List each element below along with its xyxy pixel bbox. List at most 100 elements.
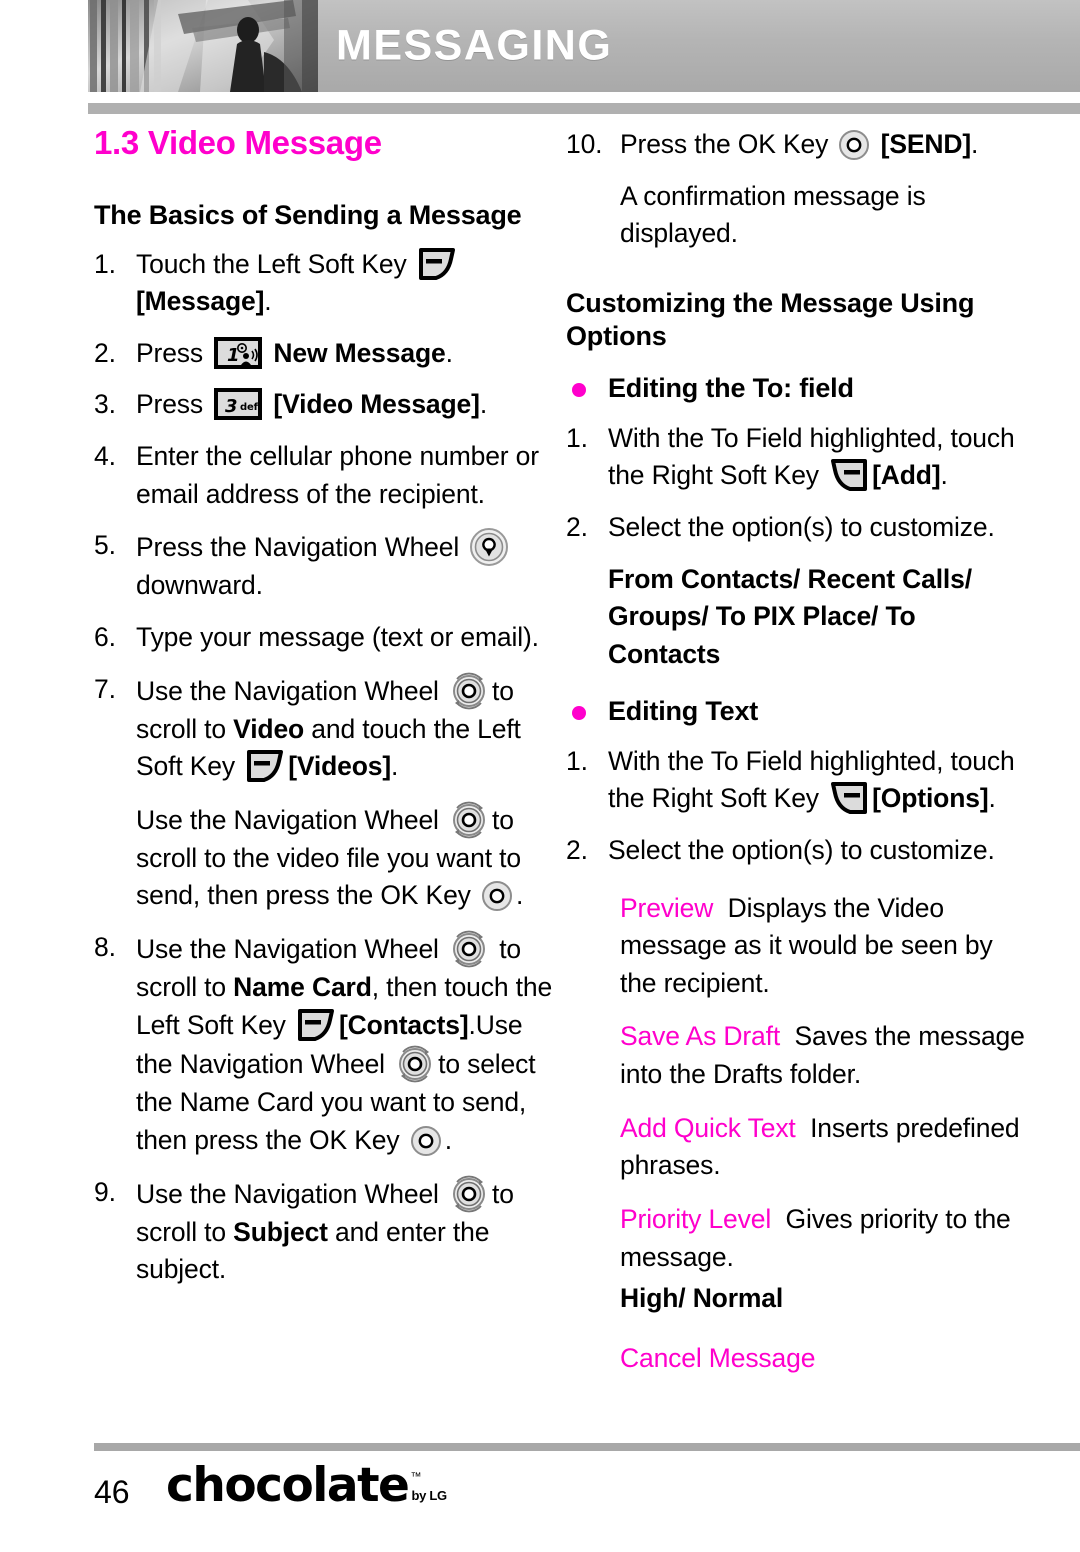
step-body: Press 3 def [Video Message]. [136, 386, 556, 424]
right-column: 10. Press the OK Key [SEND]. A confirmat… [566, 126, 1028, 1393]
list-item: 1. With the To Field highlighted, touch … [566, 420, 1028, 495]
list-item: 7. Use the Navigation Wheel to scroll to… [94, 671, 556, 786]
step9-bold: Subject [233, 1216, 328, 1247]
option-values: High/ Normal [620, 1283, 784, 1314]
option-entry: Preview Displays the Video message as it… [620, 890, 1028, 1003]
manual-page: MESSAGING 1.3 Video Message The Basics o… [0, 0, 1080, 1552]
subsection-heading: The Basics of Sending a Message [94, 199, 522, 230]
keypad-1-icon: 1 [214, 336, 263, 369]
ok-key-icon [410, 1125, 442, 1157]
option-entry: Cancel Message [620, 1340, 1028, 1378]
b1s1-bold: [Add] [872, 460, 941, 491]
bullet-item: Editing Text [566, 694, 1028, 729]
step7a-pre: Use the Navigation Wheel [136, 675, 446, 706]
step8a-pre: Use the Navigation Wheel [136, 934, 446, 965]
step7b-end: . [515, 880, 524, 911]
step-body: Use the Navigation Wheel to scroll to Na… [136, 929, 556, 1160]
step-body: With the To Field highlighted, touch the… [608, 420, 1028, 495]
step5-pre: Press the Navigation Wheel [136, 532, 467, 563]
step2-bold: New Message [266, 337, 446, 368]
step-body: Use the Navigation Wheel to scroll to Su… [136, 1174, 556, 1289]
b2s1-bold: [Options] [872, 783, 989, 814]
step2-post: . [445, 337, 453, 368]
bullet-label: Editing the To: field [608, 372, 854, 403]
step-number: 6. [94, 621, 116, 652]
svg-text:3: 3 [225, 396, 237, 417]
step-number: 7. [94, 673, 116, 704]
step-number: 4. [94, 441, 116, 472]
step-number: 1. [566, 745, 588, 776]
option-entry: Priority Level Gives priority to the mes… [620, 1201, 1028, 1276]
navigation-wheel-icon [449, 800, 489, 840]
step-number: 2. [566, 512, 588, 543]
left-column: 1.3 Video Message The Basics of Sending … [94, 125, 556, 1303]
step1-bold: [Message] [136, 286, 265, 317]
step8a-bold1: Name Card [233, 972, 372, 1003]
trademark-icon: ™ [410, 1471, 422, 1483]
step7a-end: . [391, 751, 399, 782]
step-body: With the To Field highlighted, touch the… [608, 743, 1028, 818]
step2-pre: Press [136, 337, 211, 368]
list-item: 2. Select the option(s) to customize. [566, 509, 1028, 547]
step5-post: downward. [136, 570, 263, 601]
list-item: 9. Use the Navigation Wheel to scroll to… [94, 1174, 556, 1289]
option-name: Save As Draft [620, 1021, 781, 1052]
step-number: 2. [566, 834, 588, 865]
step-body: Use the Navigation Wheel to scroll to Vi… [136, 671, 556, 786]
keypad-3-icon: 3 def [214, 388, 263, 421]
navigation-wheel-icon [449, 1174, 489, 1214]
step-number: 3. [94, 389, 116, 420]
option-name: Add Quick Text [620, 1112, 796, 1143]
right-soft-key-icon [829, 458, 869, 492]
step-body: Press 1 New Message. [136, 335, 556, 373]
footer-divider [94, 1443, 1080, 1451]
step7-continuation: Use the Navigation Wheel to scroll to th… [136, 800, 556, 915]
step-body: Type your message (text or email). [136, 621, 539, 652]
step-number: 9. [94, 1176, 116, 1207]
step7b-pre: Use the Navigation Wheel [136, 804, 446, 835]
step9-pre: Use the Navigation Wheel [136, 1178, 446, 1209]
bullet-item: Editing the To: field [566, 371, 1028, 406]
step10-continuation: A confirmation message is displayed. [620, 180, 926, 249]
step-number: 8. [94, 932, 116, 963]
bullet-dot-icon [572, 382, 586, 397]
b1s1-post: . [940, 460, 948, 491]
header-divider [88, 103, 1080, 114]
step8a-end: . [468, 1009, 476, 1040]
list-item: 2. Select the option(s) to customize. [566, 832, 1028, 870]
list-item: 5. Press the Navigation Wheel downward. [94, 527, 556, 605]
list-item: 10. Press the OK Key [SEND]. [566, 126, 1028, 164]
step-number: 1. [566, 422, 588, 453]
step8b-end: . [444, 1124, 452, 1155]
option-entry: Add Quick Text Inserts predefined phrase… [620, 1110, 1028, 1185]
step3-post: . [479, 389, 488, 420]
step7a-bold2: [Videos] [288, 751, 392, 782]
list-item: 2. Press 1 New Message. [94, 335, 556, 373]
b2s1-post: . [988, 783, 996, 814]
option-name: Priority Level [620, 1203, 772, 1234]
step10-bold: [SEND] [880, 129, 972, 159]
b1s1-pre: With the To Field highlighted, touch the… [608, 422, 1015, 491]
svg-text:def: def [240, 402, 259, 413]
list-item: 4. Enter the cellular phone number or em… [94, 438, 556, 513]
step-number: 10. [566, 129, 603, 159]
step1-pre: Touch the Left Soft Key [136, 248, 414, 279]
left-soft-key-icon [417, 247, 457, 281]
navigation-wheel-icon [449, 671, 489, 711]
logo-by-lg: by LG [411, 1488, 447, 1503]
step-number: 5. [94, 530, 116, 561]
step-number: 1. [94, 248, 116, 279]
step3-pre: Press [136, 389, 211, 420]
step3-bold: [Video Message] [266, 389, 480, 420]
ok-key-icon [838, 129, 870, 161]
navigation-wheel-icon [395, 1044, 435, 1084]
step1-post: . [264, 286, 272, 317]
list-item: 1. With the To Field highlighted, touch … [566, 743, 1028, 818]
step-body: Press the OK Key [SEND]. [620, 126, 1028, 164]
option-entry: Save As Draft Saves the message into the… [620, 1018, 1028, 1093]
step-body: Press the Navigation Wheel downward. [136, 527, 556, 605]
step10-post: . [971, 129, 979, 159]
step-body: Select the option(s) to customize. [608, 512, 995, 543]
step-body: Enter the cellular phone number or email… [136, 441, 539, 509]
right-soft-key-icon [829, 781, 869, 815]
